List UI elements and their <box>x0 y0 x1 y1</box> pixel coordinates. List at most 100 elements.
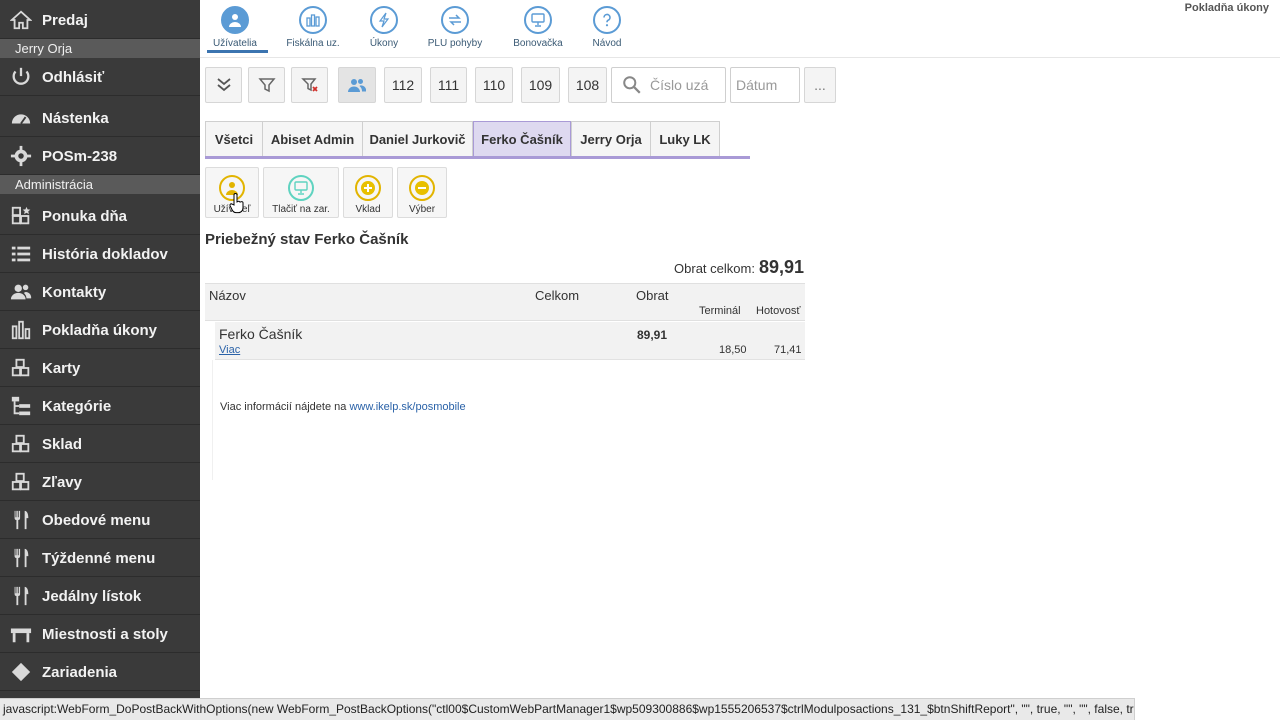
table-row: Ferko Čašník Viac 89,91 18,50 71,41 <box>215 322 805 360</box>
tab-bonovacka[interactable]: Bonovačka <box>503 6 573 49</box>
bar-chart-icon <box>0 319 42 341</box>
sidebar-item-ponuka[interactable]: Ponuka dňa <box>0 198 200 235</box>
cutlery-icon <box>0 547 42 569</box>
footer-note: Viac informácií nájdete na www.ikelp.sk/… <box>220 401 466 413</box>
user-tab-ferko[interactable]: Ferko Čašník <box>473 121 571 157</box>
tab-fiscal[interactable]: Fiskálna uz. <box>278 6 348 49</box>
sidebar-item-label: História dokladov <box>42 245 168 263</box>
bolt-icon <box>370 6 398 34</box>
double-chevron-down-icon <box>216 78 231 92</box>
sidebar-item-discounts[interactable]: Zľavy <box>0 464 200 501</box>
user-tab-luky[interactable]: Luky LK <box>650 121 720 157</box>
search-field[interactable]: Číslo uzá <box>611 67 726 103</box>
gear-icon <box>0 145 42 167</box>
turnover-value: 89,91 <box>758 257 804 277</box>
user-tab-all[interactable]: Všetci <box>205 121 263 157</box>
sidebar-item-logout[interactable]: Odhlásiť <box>0 59 200 96</box>
row-cash: 71,41 <box>774 344 802 356</box>
sidebar-item-food-list[interactable]: Jedálny lístok <box>0 578 200 615</box>
withdraw-button[interactable]: Výber <box>397 167 447 218</box>
tab-actions[interactable]: Úkony <box>349 6 419 49</box>
page-title: Pokladňa úkony <box>1184 2 1269 14</box>
shift-109-button[interactable]: 109 <box>521 67 560 103</box>
tab-label: Úkony <box>369 38 399 49</box>
sidebar-item-label: Zariadenia <box>42 663 118 681</box>
status-bar: javascript:WebForm_DoPostBackWithOptions… <box>0 698 1135 720</box>
divider <box>200 57 1280 58</box>
date-input-placeholder: Dátum <box>736 77 778 93</box>
sidebar-item-lunch-menu[interactable]: Obedové menu <box>0 502 200 539</box>
sidebar-section-admin: Administrácia <box>0 175 200 194</box>
sidebar-item-label: Nástenka <box>42 109 109 127</box>
boxes-icon <box>0 357 42 379</box>
filter-button[interactable] <box>248 67 285 103</box>
user-tab-daniel[interactable]: Daniel Jurkovič <box>362 121 473 157</box>
hand-cursor-icon <box>229 193 244 214</box>
row-terminal: 18,50 <box>719 344 747 356</box>
user-tab-abiset[interactable]: Abiset Admin <box>262 121 363 157</box>
sidebar-item-cash-actions[interactable]: Pokladňa úkony <box>0 312 200 349</box>
row-name: Ferko Čašník <box>219 326 303 342</box>
tab-users[interactable]: Užívatelia <box>200 6 270 49</box>
question-icon <box>593 6 621 34</box>
bars-icon <box>299 6 327 34</box>
sidebar-item-dashboard[interactable]: Nástenka <box>0 100 200 137</box>
sidebar-item-label: Miestnosti a stoly <box>42 625 168 643</box>
sidebar-item-history[interactable]: História dokladov <box>0 236 200 273</box>
sidebar-item-label: Kategórie <box>42 397 112 415</box>
sidebar-item-label: Týždenné menu <box>42 549 156 567</box>
boxes-icon <box>0 433 42 455</box>
sidebar-item-contacts[interactable]: Kontakty <box>0 274 200 311</box>
cutlery-icon <box>0 585 42 607</box>
home-icon <box>0 9 42 31</box>
people-icon <box>348 79 366 92</box>
sidebar-item-devices[interactable]: Zariadenia <box>0 654 200 691</box>
column-name: Názov <box>209 288 246 303</box>
deposit-button[interactable]: Vklad <box>343 167 393 218</box>
row-turnover: 89,91 <box>637 328 668 342</box>
column-cash: Hotovosť <box>756 305 801 317</box>
more-link[interactable]: Viac <box>219 344 240 356</box>
sidebar-item-label: Karty <box>42 359 81 377</box>
print-device-label: Tlačiť na zar. <box>272 204 330 215</box>
collapse-button[interactable] <box>205 67 242 103</box>
sidebar: Predaj Jerry Orja Odhlásiť Nástenka POSm… <box>0 0 200 720</box>
sidebar-item-predaj[interactable]: Predaj <box>0 2 200 39</box>
shift-112-button[interactable]: 112 <box>384 67 422 103</box>
withdraw-label: Výber <box>408 204 436 215</box>
tab-guide[interactable]: Návod <box>572 6 642 49</box>
users-filter-button[interactable] <box>338 67 376 103</box>
tab-plu[interactable]: PLU pohyby <box>420 6 490 49</box>
sidebar-item-label: POSm-238 <box>42 147 118 165</box>
tab-label: Fiskálna uz. <box>286 38 340 49</box>
clear-filter-button[interactable] <box>291 67 328 103</box>
sidebar-item-categories[interactable]: Kategórie <box>0 388 200 425</box>
tab-label: Užívatelia <box>213 38 257 49</box>
shift-110-button[interactable]: 110 <box>475 67 513 103</box>
sidebar-item-posm[interactable]: POSm-238 <box>0 138 200 175</box>
monitor-icon <box>288 175 314 201</box>
more-button[interactable]: ... <box>804 67 836 103</box>
power-icon <box>0 66 42 88</box>
sidebar-item-label: Odhlásiť <box>42 68 105 86</box>
table-icon <box>0 623 42 645</box>
footer-link[interactable]: www.ikelp.sk/posmobile <box>349 401 465 413</box>
sidebar-item-label: Ponuka dňa <box>42 207 128 225</box>
turnover-total: Obrat celkom: 89,91 <box>560 257 804 278</box>
date-field[interactable]: Dátum <box>730 67 800 103</box>
dashboard-icon <box>0 107 42 129</box>
user-tab-jerry[interactable]: Jerry Orja <box>571 121 651 157</box>
print-device-button[interactable]: Tlačiť na zar. <box>263 167 339 218</box>
sidebar-item-rooms-tables[interactable]: Miestnosti a stoly <box>0 616 200 653</box>
diamond-icon <box>0 661 42 683</box>
filter-remove-icon <box>300 78 318 92</box>
sidebar-item-warehouse[interactable]: Sklad <box>0 426 200 463</box>
sidebar-item-weekly-menu[interactable]: Týždenné menu <box>0 540 200 577</box>
people-icon <box>0 281 42 303</box>
sidebar-item-cards[interactable]: Karty <box>0 350 200 387</box>
shift-108-button[interactable]: 108 <box>568 67 607 103</box>
tab-label: PLU pohyby <box>427 38 483 49</box>
shift-111-button[interactable]: 111 <box>430 67 467 103</box>
column-turnover: Obrat <box>636 288 669 303</box>
sidebar-item-label: Predaj <box>42 11 88 29</box>
